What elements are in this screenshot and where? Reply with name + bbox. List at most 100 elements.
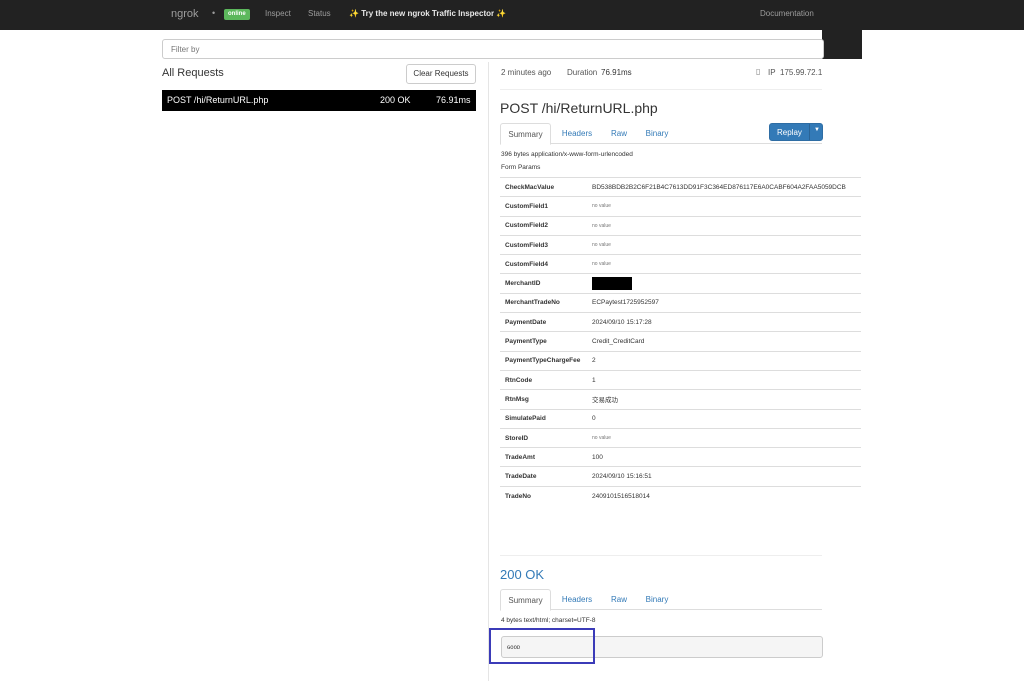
param-row: MerchantTradeNo ECPaytest1725952597 — [500, 292, 861, 313]
tab-raw[interactable]: Raw — [605, 589, 633, 610]
ip-label: IP — [768, 68, 776, 77]
param-key: SimulatePaid — [500, 408, 588, 429]
ip-address: IP 175.99.72.1 — [768, 68, 822, 77]
form-params-table: CheckMacValue BD538BDB2B2C6F21B4C7613DD91… — [500, 176, 861, 506]
status-dot: • — [212, 8, 216, 18]
param-value: 0 — [588, 408, 861, 429]
param-row: PaymentDate 2024/09/10 15:17:28 — [500, 312, 861, 332]
param-value: Credit_CreditCard — [588, 331, 861, 352]
param-row: CustomField4 no value — [500, 254, 861, 274]
param-value — [588, 273, 861, 294]
response-content-type: 4 bytes text/html; charset=UTF-8 — [501, 617, 596, 624]
brand-logo[interactable]: ngrok — [171, 8, 199, 20]
chevron-down-icon[interactable]: ▼ — [814, 127, 820, 133]
tab-headers[interactable]: Headers — [556, 123, 598, 144]
param-value: 2 — [588, 350, 861, 371]
param-row: RtnMsg 交易成功 — [500, 389, 861, 410]
request-method-path: POST /hi/ReturnURL.php — [167, 95, 269, 105]
param-row: TradeDate 2024/09/10 15:16:51 — [500, 466, 861, 487]
traffic-inspector-promo-link[interactable]: ✨ Try the new ngrok Traffic Inspector ✨ — [349, 9, 506, 18]
request-list-item[interactable]: POST /hi/ReturnURL.php 200 OK 76.91ms — [162, 90, 476, 111]
param-row: TradeNo 2409101516518014 — [500, 485, 861, 506]
param-value: no value — [588, 254, 861, 274]
param-value: 100 — [588, 447, 861, 467]
replay-button[interactable]: Replay ▼ — [769, 123, 823, 141]
tab-binary[interactable]: Binary — [640, 123, 674, 144]
param-key: PaymentDate — [500, 312, 588, 332]
duration-label: Duration — [567, 68, 598, 77]
promo-text: Try the new ngrok Traffic Inspector — [361, 9, 495, 18]
response-tabs: Summary Headers Raw Binary — [500, 589, 822, 611]
param-key: TradeAmt — [500, 447, 588, 467]
sparkle-icon: ✨ — [496, 9, 507, 18]
divider — [500, 555, 822, 556]
param-key: PaymentType — [500, 331, 588, 352]
param-key: CustomField2 — [500, 215, 588, 236]
duration-value: 76.91ms — [601, 68, 632, 77]
param-key: CustomField3 — [500, 234, 588, 255]
request-content-type: 396 bytes application/x-www-form-urlenco… — [501, 151, 633, 158]
param-row: RtnCode 1 — [500, 369, 861, 390]
tab-headers[interactable]: Headers — [556, 589, 598, 610]
form-params-label: Form Params — [501, 164, 541, 171]
param-value: 交易成功 — [588, 389, 861, 410]
param-key: MerchantTradeNo — [500, 292, 588, 313]
param-value: 2024/09/10 15:17:28 — [588, 312, 861, 332]
param-row: CustomField2 no value — [500, 215, 861, 236]
divider — [500, 89, 822, 90]
tab-raw[interactable]: Raw — [605, 123, 633, 144]
param-value: no value — [588, 427, 861, 448]
param-key: RtnCode — [500, 369, 588, 390]
filter-input[interactable] — [162, 39, 824, 59]
param-key: CheckMacValue — [500, 176, 588, 197]
nav-link-inspect[interactable]: Inspect — [265, 9, 291, 18]
param-value: 2409101516518014 — [588, 485, 861, 506]
dark-strip — [822, 30, 862, 59]
ip-value: 175.99.72.1 — [780, 68, 823, 77]
param-row: CustomField3 no value — [500, 234, 861, 255]
param-key: TradeNo — [500, 485, 588, 506]
replay-label: Replay — [777, 128, 802, 137]
clear-requests-button[interactable]: Clear Requests — [406, 64, 476, 84]
param-key: StoreID — [500, 427, 588, 448]
tab-binary[interactable]: Binary — [640, 589, 674, 610]
all-requests-heading: All Requests — [162, 67, 224, 79]
param-value: no value — [588, 196, 861, 217]
tab-summary[interactable]: Summary — [500, 589, 551, 611]
param-row: StoreID no value — [500, 427, 861, 448]
highlight-box — [489, 628, 595, 664]
param-value: no value — [588, 215, 861, 236]
param-value: ECPaytest1725952597 — [588, 292, 861, 313]
top-navbar: ngrok • online Inspect Status ✨ Try the … — [0, 0, 1024, 30]
status-badge: online — [224, 9, 250, 20]
device-icon: ▯ — [756, 67, 761, 76]
param-row: PaymentTypeChargeFee 2 — [500, 350, 861, 371]
redacted-value — [592, 277, 632, 291]
param-key: MerchantID — [500, 273, 588, 294]
param-row: CheckMacValue BD538BDB2B2C6F21B4C7613DD91… — [500, 176, 861, 197]
param-key: PaymentTypeChargeFee — [500, 350, 588, 371]
param-row: TradeAmt 100 — [500, 447, 861, 467]
param-row: SimulatePaid 0 — [500, 408, 861, 429]
request-title: POST /hi/ReturnURL.php — [500, 100, 658, 116]
sparkle-icon: ✨ — [349, 9, 359, 18]
param-key: CustomField4 — [500, 254, 588, 274]
param-value: 1 — [588, 369, 861, 390]
request-duration: 76.91ms — [436, 95, 471, 105]
tab-summary[interactable]: Summary — [500, 123, 551, 145]
param-value: BD538BDB2B2C6F21B4C7613DD91F3C364ED87611… — [588, 176, 861, 197]
param-key: RtnMsg — [500, 389, 588, 410]
param-key: CustomField1 — [500, 196, 588, 217]
pane-divider — [488, 62, 489, 681]
param-row: PaymentType Credit_CreditCard — [500, 331, 861, 352]
request-status: 200 OK — [380, 95, 411, 105]
response-title: 200 OK — [500, 567, 545, 582]
param-row: MerchantID — [500, 273, 861, 294]
nav-link-status[interactable]: Status — [308, 9, 331, 18]
param-row: CustomField1 no value — [500, 196, 861, 217]
request-time-ago: 2 minutes ago — [501, 68, 552, 77]
nav-link-documentation[interactable]: Documentation — [760, 9, 814, 18]
param-value: no value — [588, 234, 861, 255]
param-key: TradeDate — [500, 466, 588, 487]
param-value: 2024/09/10 15:16:51 — [588, 466, 861, 487]
